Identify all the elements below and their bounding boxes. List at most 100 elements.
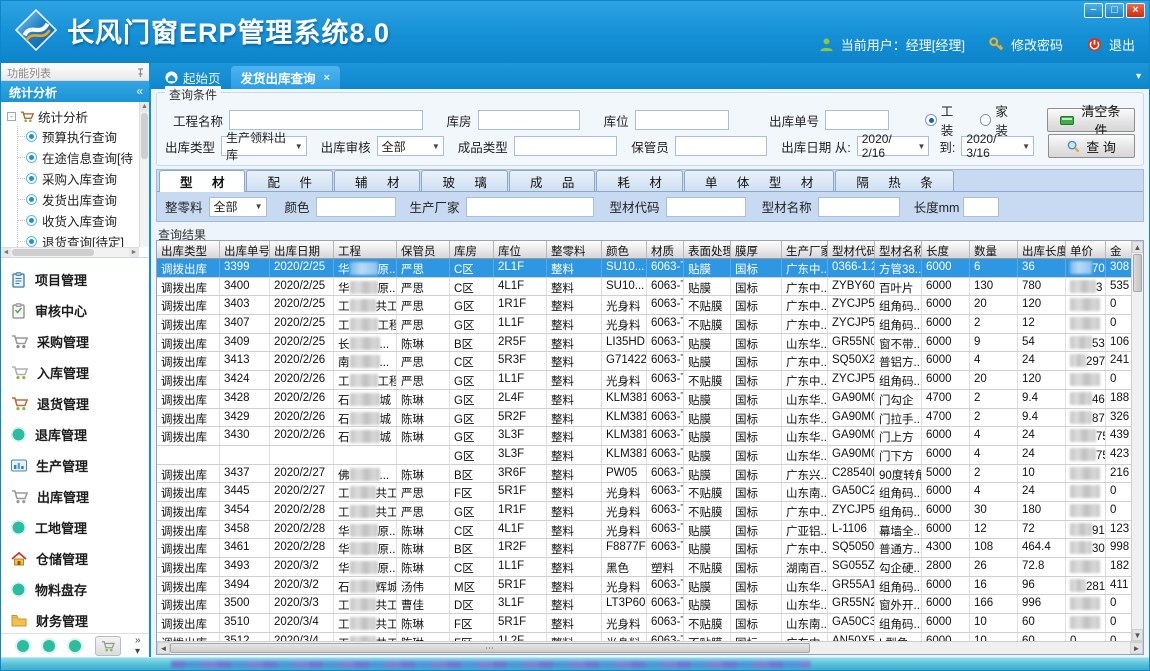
sidebar-item-12[interactable]: 财务管理 xyxy=(11,605,149,633)
minimize-button[interactable]: − xyxy=(1084,3,1103,18)
column-header[interactable]: 型材代码 xyxy=(828,241,875,258)
scroll-thumb[interactable] xyxy=(12,249,94,256)
tab-close-icon[interactable]: × xyxy=(324,72,330,84)
audit-select[interactable]: 全部▼ xyxy=(377,136,444,156)
table-row[interactable]: 调拨出库35122020/3/4工共工程陈琳F区1L2F整料光身料6063-T5… xyxy=(157,633,1131,641)
table-row[interactable]: 调拨出库34242020/2/26工工程严思G区1L1F整料光身料6063-T5… xyxy=(157,371,1131,390)
column-header[interactable]: 出库日期 xyxy=(270,241,334,258)
table-row[interactable]: 调拨出库34092020/2/25长...陈琳B区2R5F整料LI35HD606… xyxy=(157,334,1131,353)
column-header[interactable]: 整零料 xyxy=(547,241,602,258)
warehouse-input[interactable] xyxy=(478,110,580,130)
column-header[interactable]: 生产厂家 xyxy=(782,241,828,258)
sidebar-item-3[interactable]: 采购管理 xyxy=(11,326,149,357)
tree-item[interactable]: 发货出库查询 xyxy=(18,189,149,210)
column-header[interactable]: 单价 xyxy=(1066,241,1106,258)
material-tab-3[interactable]: 辅 材 xyxy=(334,170,420,191)
section-header[interactable]: 统计分析 « xyxy=(1,81,149,102)
column-header[interactable]: 表面处理 xyxy=(684,241,731,258)
table-row[interactable]: 调拨出库34302020/2/26石城陈琳G区3L3F整料KLM38176063… xyxy=(157,427,1131,446)
material-tab-6[interactable]: 耗 材 xyxy=(596,170,682,191)
tab-shipping-query[interactable]: 发货出库查询× xyxy=(231,66,340,89)
table-row[interactable]: 调拨出库34542020/2/28工共工程严思G区1R1F整料光身料6063-T… xyxy=(157,502,1131,521)
module-dot-icon[interactable] xyxy=(43,640,55,652)
tree-item[interactable]: 预算执行查询 xyxy=(18,126,149,147)
sidebar-item-1[interactable]: 项目管理 xyxy=(11,264,149,295)
profile-name-input[interactable] xyxy=(818,197,900,217)
table-row[interactable]: 调拨出库34132020/2/26南...严思C区5R3F整料G71422606… xyxy=(157,352,1131,371)
column-header[interactable]: 库位 xyxy=(494,241,547,258)
tree-expander-icon[interactable]: - xyxy=(7,112,16,121)
collapse-icon[interactable]: « xyxy=(136,84,143,102)
tree-horizontal-scrollbar[interactable]: ◄ ► xyxy=(1,247,139,257)
scroll-left-icon[interactable]: ◄ xyxy=(1,248,11,257)
sidebar-item-7[interactable]: 生产管理 xyxy=(11,450,149,481)
sidebar-item-4[interactable]: 入库管理 xyxy=(11,357,149,388)
out-type-select[interactable]: 生产领料出库▼ xyxy=(221,136,307,156)
column-header[interactable]: 型材名称 xyxy=(875,241,922,258)
column-header[interactable]: 数量 xyxy=(970,241,1018,258)
whole-part-select[interactable]: 全部▼ xyxy=(209,197,267,217)
table-row[interactable]: 调拨出库34452020/2/27工共工程严思F区5R1F整料光身料6063-T… xyxy=(157,483,1131,502)
table-row[interactable]: G区3L3F整料KLM38176063-T5贴膜国标山东华...GA90M09.… xyxy=(157,446,1131,465)
table-row[interactable]: 调拨出库34072020/2/25工工程严思G区1L1F整料光身料6063-T5… xyxy=(157,315,1131,334)
column-header[interactable]: 长度 xyxy=(922,241,970,258)
change-password-link[interactable]: 修改密码 xyxy=(1011,35,1063,54)
sidebar-item-9[interactable]: 工地管理 xyxy=(11,512,149,543)
scroll-down-icon[interactable]: ▼ xyxy=(1132,629,1143,641)
scroll-thumb[interactable] xyxy=(1133,254,1142,292)
color-input[interactable] xyxy=(316,197,396,217)
sidebar-item-2[interactable]: 审核中心 xyxy=(11,295,149,326)
scroll-thumb[interactable] xyxy=(170,643,810,653)
scroll-up-icon[interactable]: ▲ xyxy=(140,102,149,112)
table-row[interactable]: 调拨出库33992020/2/25华原...严思C区2L1F整料SU10...6… xyxy=(157,259,1131,278)
column-header[interactable]: 出库单号 xyxy=(220,241,270,258)
keeper-input[interactable] xyxy=(675,136,767,156)
column-header[interactable]: 膜厚 xyxy=(731,241,782,258)
date-from-select[interactable]: 2020/ 2/16▼ xyxy=(857,136,930,156)
table-row[interactable]: 调拨出库34292020/2/26石城陈琳G区5R2F整料KLM38176063… xyxy=(157,409,1131,428)
table-row[interactable]: 调拨出库34932020/3/2华原...陈琳C区1L1F整料黑色塑料不贴膜国标… xyxy=(157,558,1131,577)
scroll-thumb[interactable] xyxy=(141,113,148,159)
column-header[interactable]: 材质 xyxy=(647,241,684,258)
grid-vertical-scrollbar[interactable]: ▲ ▼ xyxy=(1131,241,1143,641)
maximize-button[interactable]: □ xyxy=(1105,3,1124,18)
material-tab-8[interactable]: 隔 热 条 xyxy=(835,170,953,191)
material-tab-7[interactable]: 单 体 型 材 xyxy=(684,170,834,191)
sidebar-item-10[interactable]: 仓储管理 xyxy=(11,543,149,574)
tree-item[interactable]: 采购入库查询 xyxy=(18,168,149,189)
column-header[interactable]: 颜色 xyxy=(602,241,647,258)
project-name-input[interactable] xyxy=(229,110,423,130)
table-row[interactable]: 调拨出库34942020/3/2石辉城汤伟M区5R1F整料光身料6063-T5贴… xyxy=(157,577,1131,596)
column-header[interactable]: 出库类型 xyxy=(157,241,220,258)
table-row[interactable]: 调拨出库34282020/2/26石城陈琳G区2L4F整料KLM38176063… xyxy=(157,390,1131,409)
table-row[interactable]: 调拨出库34372020/2/27佛...陈琳B区3R6F整料PW056063-… xyxy=(157,465,1131,484)
tree-root[interactable]: - 统计分析 xyxy=(7,106,149,126)
order-no-input[interactable] xyxy=(825,110,889,130)
sidebar-item-8[interactable]: 出库管理 xyxy=(11,481,149,512)
grid-horizontal-scrollbar[interactable]: ◄ ► xyxy=(157,641,1143,654)
material-tab-5[interactable]: 成 品 xyxy=(509,170,595,191)
scroll-right-icon[interactable]: ► xyxy=(129,248,139,257)
column-header[interactable]: 工程 xyxy=(334,241,397,258)
module-dot-icon[interactable] xyxy=(17,640,29,652)
column-header[interactable]: 库房 xyxy=(450,241,494,258)
scroll-left-icon[interactable]: ◄ xyxy=(157,642,170,654)
pin-icon[interactable] xyxy=(136,65,145,80)
length-input[interactable] xyxy=(963,197,999,217)
column-header[interactable]: 金 xyxy=(1106,241,1131,258)
cart-module-button[interactable] xyxy=(95,636,121,656)
gongzhuang-radio[interactable]: 工装 xyxy=(925,101,964,139)
table-row[interactable]: 调拨出库35102020/3/4工共工程陈琳F区5R1F整料光身料6063-T5… xyxy=(157,614,1131,633)
clear-conditions-button[interactable]: 清空条件 xyxy=(1047,108,1135,132)
module-dot-icon[interactable] xyxy=(69,640,81,652)
location-input[interactable] xyxy=(635,110,729,130)
date-to-select[interactable]: 2020/ 3/16▼ xyxy=(961,136,1034,156)
material-tab-4[interactable]: 玻 璃 xyxy=(421,170,507,191)
maker-input[interactable] xyxy=(466,197,594,217)
close-button[interactable]: × xyxy=(1126,3,1145,18)
profile-code-input[interactable] xyxy=(666,197,746,217)
table-row[interactable]: 调拨出库34032020/2/25工共工程严思G区1R1F整料光身料6063-T… xyxy=(157,296,1131,315)
column-header[interactable]: 保管员 xyxy=(397,241,450,258)
sidebar-item-11[interactable]: 物料盘存 xyxy=(11,574,149,605)
material-tab-2[interactable]: 配 件 xyxy=(246,170,332,191)
